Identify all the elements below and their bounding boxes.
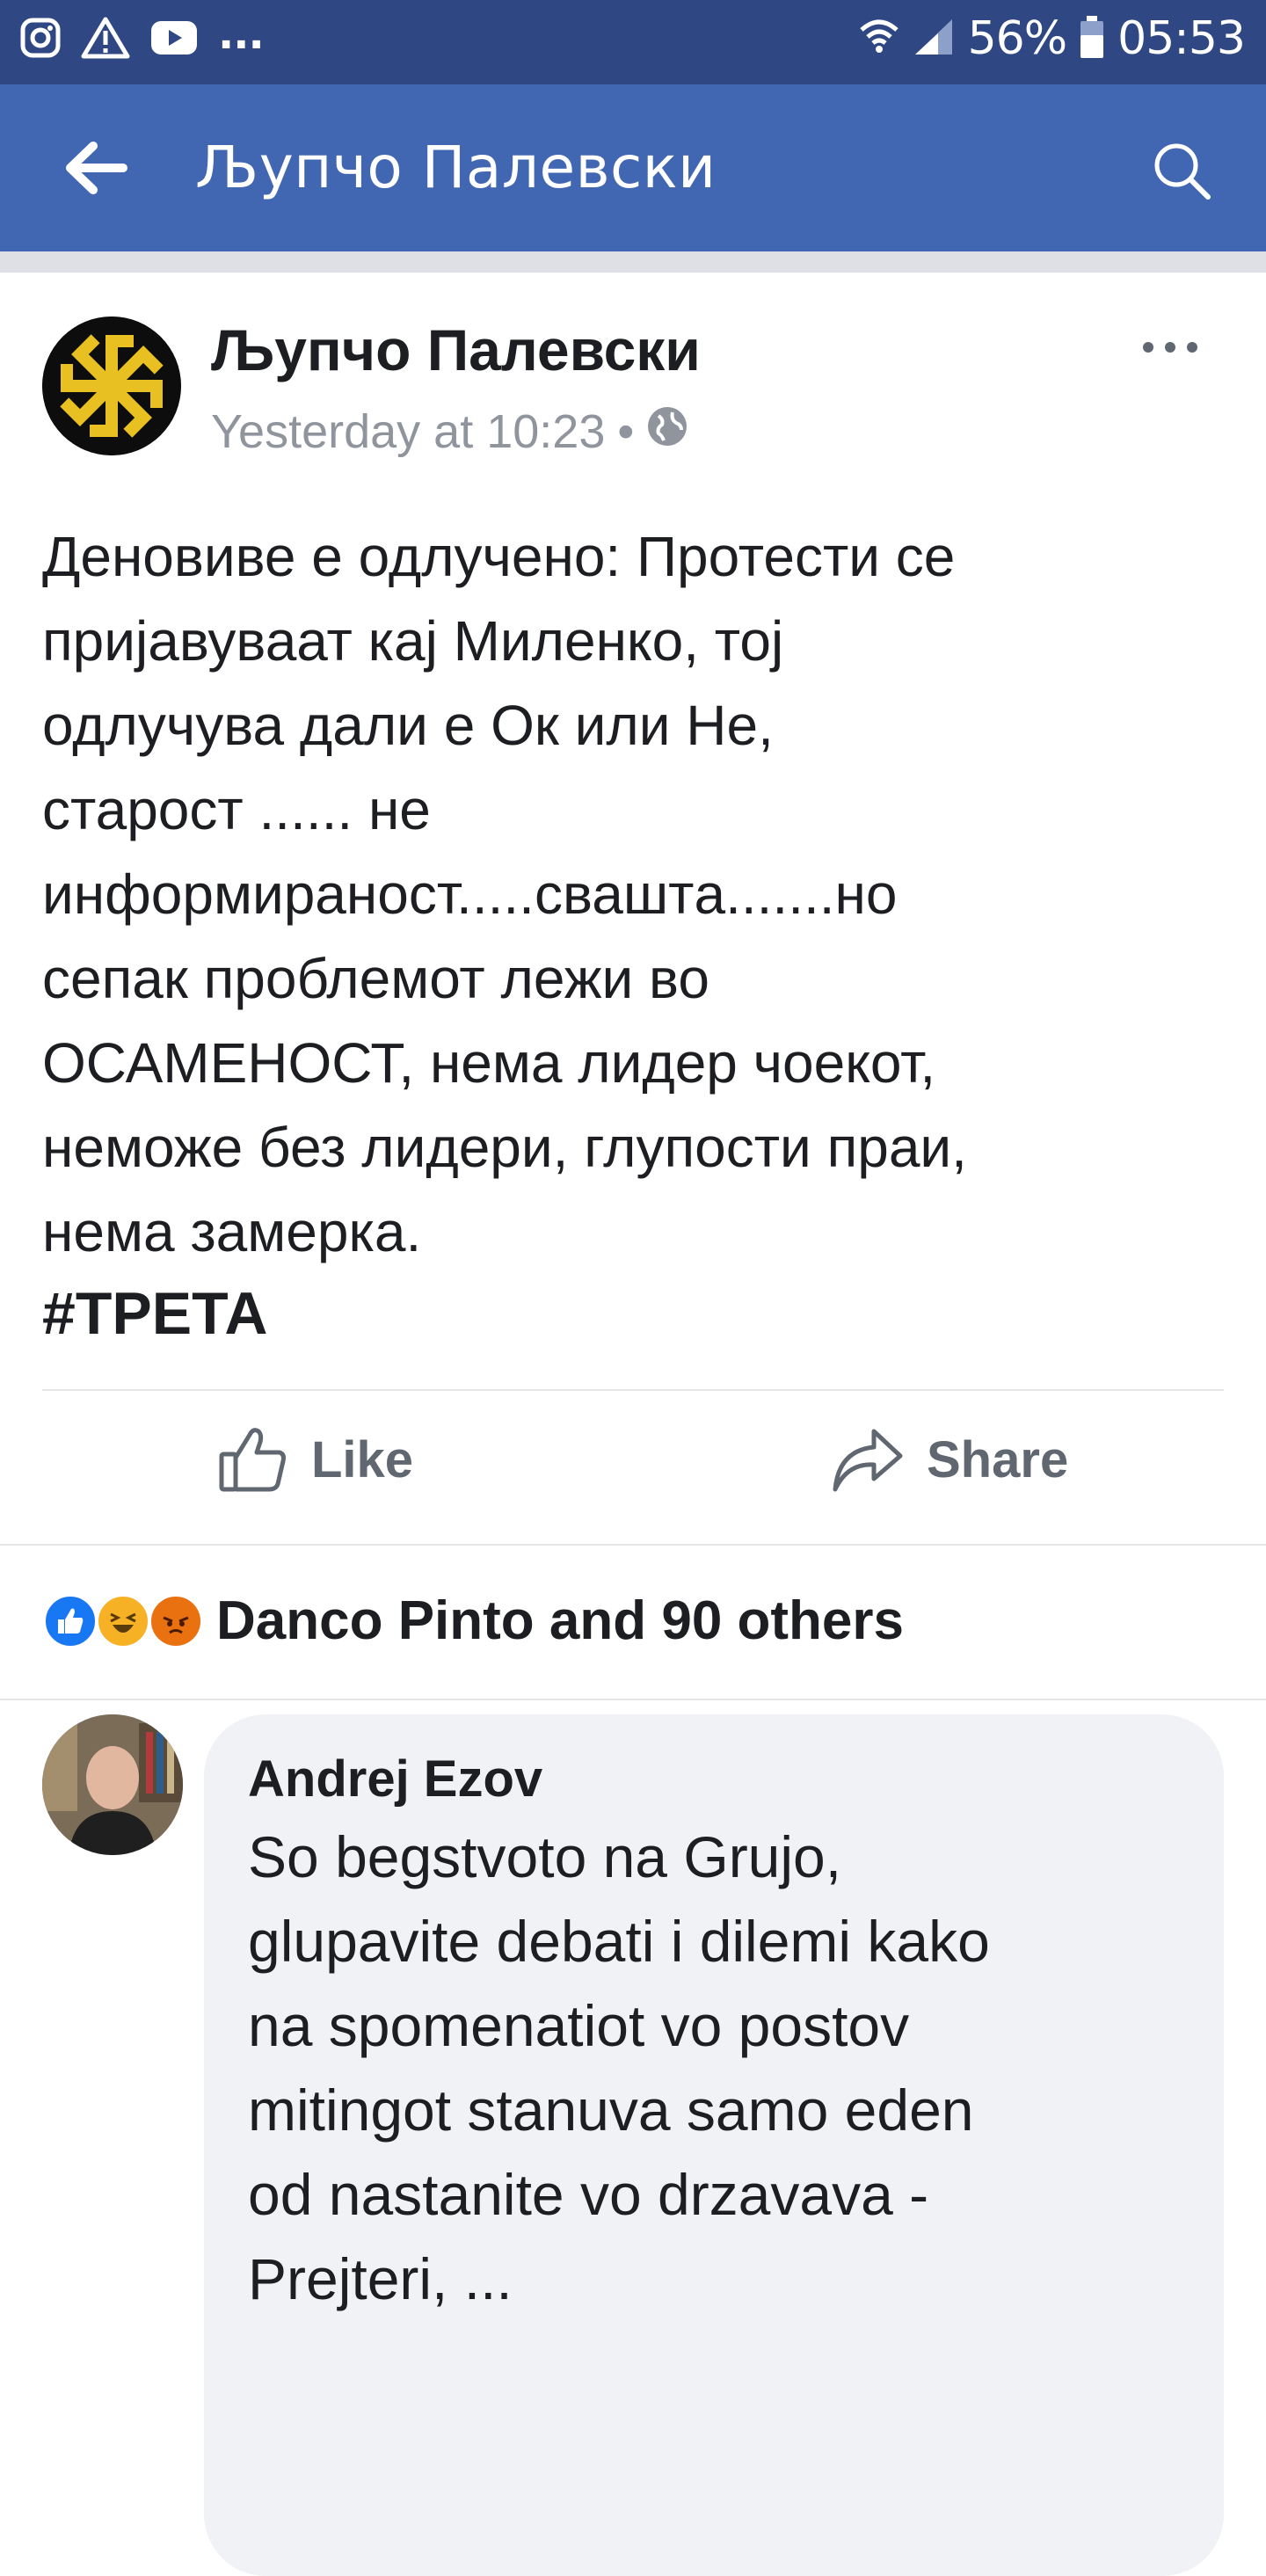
post-author-name[interactable]: Љупчо Палевски [211, 317, 701, 383]
comment-text: So begstvoto na Grujo, glupavite debati … [248, 1824, 990, 2311]
arrow-left-icon [66, 142, 127, 194]
author-avatar[interactable] [42, 317, 181, 455]
post-timestamp[interactable]: Yesterday at 10:23 [211, 404, 605, 459]
person-photo-icon [42, 1714, 183, 1855]
share-arrow-icon [833, 1429, 903, 1492]
comment-author-name[interactable]: Andrej Ezov [248, 1750, 542, 1808]
meta-separator: • [617, 405, 635, 458]
status-notifications: ... [19, 9, 265, 64]
post-more-button[interactable] [1139, 334, 1201, 360]
like-label: Like [311, 1430, 414, 1488]
search-icon [1154, 143, 1211, 200]
post-meta: Yesterday at 10:23 • [211, 404, 688, 459]
comment-bubble: Andrej Ezov So begstvoto na Grujo, glupa… [204, 1714, 1224, 2576]
more-notifications: ... [218, 9, 265, 59]
wifi-icon [859, 16, 899, 62]
back-button[interactable] [62, 137, 132, 199]
commenter-avatar[interactable] [42, 1714, 183, 1855]
page-title: Љупчо Палевски [195, 134, 717, 201]
instagram-icon [19, 17, 62, 63]
post-text: Деновиве е одлучено: Протести се пријаву… [42, 525, 967, 1263]
signal-icon [912, 16, 956, 62]
share-button[interactable]: Share [832, 1426, 1068, 1493]
kolovrat-logo-icon [42, 317, 181, 455]
share-label: Share [927, 1430, 1069, 1488]
divider [0, 1699, 1266, 1700]
more-horizontal-icon [1143, 342, 1197, 353]
angry-reaction-icon [148, 1592, 204, 1649]
search-button[interactable] [1150, 139, 1213, 202]
youtube-icon [149, 19, 199, 61]
battery-percent: 56% [967, 12, 1068, 65]
warning-icon [81, 16, 130, 64]
divider [0, 1544, 1266, 1546]
reactions-count: Danco Pinto and 90 others [216, 1590, 905, 1651]
like-reaction-icon [42, 1592, 98, 1649]
status-system: 56% 05:53 [859, 12, 1246, 65]
clock: 05:53 [1117, 12, 1246, 65]
haha-reaction-icon [95, 1592, 151, 1649]
like-button[interactable]: Like [218, 1426, 413, 1493]
battery-icon [1079, 14, 1105, 64]
post-hashtag[interactable]: #ТРЕТА [42, 1279, 267, 1348]
divider [0, 251, 1266, 273]
divider [42, 1389, 1224, 1391]
thumbs-up-icon [219, 1428, 286, 1492]
globe-icon [646, 404, 688, 459]
app-bar: Љупчо Палевски [0, 84, 1266, 251]
reactions-summary[interactable]: Danco Pinto and 90 others [42, 1590, 904, 1652]
status-bar: ... 56% 05:53 [0, 0, 1266, 84]
